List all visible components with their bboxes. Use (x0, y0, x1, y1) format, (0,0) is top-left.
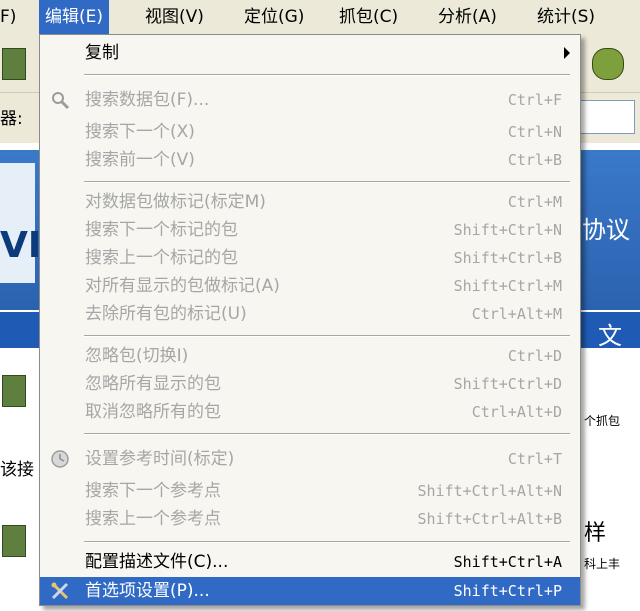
menu-item-label: 搜索前一个(V) (85, 150, 195, 170)
sample-subtext-fragment: 科上丰 (584, 557, 621, 571)
menu-item-copy[interactable]: 复制 (40, 39, 580, 67)
menu-analyze[interactable]: 分析(A) (438, 0, 497, 34)
options-icon[interactable] (2, 525, 26, 557)
menu-capture[interactable]: 抓包(C) (339, 0, 398, 34)
menu-item-ignore-packet[interactable]: 忽略包(切换I) Ctrl+D (40, 342, 580, 370)
toolbar-interface-icon[interactable] (2, 48, 26, 80)
menu-item-shortcut: Shift+Ctrl+P (453, 582, 562, 600)
magnifier-icon (52, 92, 70, 110)
banner-logo-text: VI (0, 225, 42, 266)
filter-label: 器: (0, 109, 23, 129)
menu-view[interactable]: 视图(V) (145, 0, 204, 34)
menu-item-label: 复制 (85, 43, 119, 63)
menu-item-find-next[interactable]: 搜索下一个(X) Ctrl+N (40, 118, 580, 146)
menu-item-label: 配置描述文件(C)... (85, 552, 229, 572)
menu-separator (84, 433, 570, 435)
menu-item-preferences[interactable]: 首选项设置(P)... Shift+Ctrl+P (40, 577, 580, 605)
menu-item-label: 搜索上一个标记的包 (85, 248, 238, 268)
menu-item-shortcut: Shift+Ctrl+Alt+B (417, 510, 563, 528)
menu-item-find-previous-mark[interactable]: 搜索上一个标记的包 Shift+Ctrl+B (40, 244, 580, 272)
menu-item-shortcut: Ctrl+F (507, 91, 562, 109)
menu-item-shortcut: Shift+Ctrl+D (453, 375, 562, 393)
preferences-icon (51, 582, 69, 600)
menu-edit[interactable]: 编辑(E) (39, 0, 110, 34)
menu-item-shortcut: Ctrl+D (507, 347, 562, 365)
menu-bar: F) 编辑(E) 视图(V) 定位(G) 抓包(C) 分析(A) 统计(S) (0, 0, 640, 35)
sample-text-fragment: 样 (584, 521, 607, 546)
menu-item-find-previous-reference[interactable]: 搜索上一个参考点 Shift+Ctrl+Alt+B (40, 505, 580, 533)
menu-item-mark-packet[interactable]: 对数据包做标记(标定M) Ctrl+M (40, 188, 580, 216)
menu-item-find-next-reference[interactable]: 搜索下一个参考点 Shift+Ctrl+Alt+N (40, 477, 580, 505)
menu-item-shortcut: Shift+Ctrl+M (453, 277, 562, 295)
menu-item-label: 忽略包(切换I) (85, 346, 189, 366)
menu-item-label: 搜索下一个(X) (85, 122, 195, 142)
menu-item-shortcut: Ctrl+Alt+M (471, 305, 562, 323)
menu-separator (84, 181, 570, 183)
menu-item-unmark-all[interactable]: 去除所有包的标记(U) Ctrl+Alt+M (40, 300, 580, 328)
menu-item-find-previous[interactable]: 搜索前一个(V) Ctrl+B (40, 146, 580, 174)
menu-item-label: 搜索下一个标记的包 (85, 220, 238, 240)
menu-item-label: 去除所有包的标记(U) (85, 304, 247, 324)
menu-item-label: 对数据包做标记(标定M) (85, 192, 266, 212)
submenu-arrow-icon (564, 47, 570, 59)
menu-item-shortcut: Shift+Ctrl+Alt+N (417, 482, 563, 500)
menu-item-label: 首选项设置(P)... (85, 581, 210, 601)
menu-statistics[interactable]: 统计(S) (537, 0, 595, 34)
capture-text-fragment: 个抓包 (584, 414, 621, 428)
menu-item-unignore-all[interactable]: 取消忽略所有的包 Ctrl+Alt+D (40, 398, 580, 426)
menu-item-set-time-reference[interactable]: 设置参考时间(标定) Ctrl+T (40, 445, 580, 473)
menu-go[interactable]: 定位(G) (244, 0, 304, 34)
menu-item-shortcut: Shift+Ctrl+A (453, 553, 562, 571)
menu-separator (84, 74, 570, 76)
menu-separator (84, 541, 570, 543)
menu-item-ignore-all-displayed[interactable]: 忽略所有显示的包 Shift+Ctrl+D (40, 370, 580, 398)
interface-text-fragment: 该接 (0, 460, 34, 480)
menu-item-label: 搜索数据包(F)... (85, 90, 210, 110)
interface-list-icon[interactable] (2, 375, 26, 407)
menu-item-shortcut: Ctrl+B (507, 151, 562, 169)
menu-item-label: 忽略所有显示的包 (85, 374, 221, 394)
section-header-text: 文 (598, 322, 622, 350)
menu-item-label: 搜索下一个参考点 (85, 481, 221, 501)
menu-item-shortcut: Ctrl+M (507, 193, 562, 211)
menu-item-label: 取消忽略所有的包 (85, 402, 221, 422)
menu-item-find-next-mark[interactable]: 搜索下一个标记的包 Shift+Ctrl+N (40, 216, 580, 244)
clock-icon (51, 450, 69, 468)
menu-item-mark-all-displayed[interactable]: 对所有显示的包做标记(A) Shift+Ctrl+M (40, 272, 580, 300)
edit-menu: 复制 搜索数据包(F)... Ctrl+F 搜索下一个(X) Ctrl+N 搜索… (39, 34, 581, 606)
menu-item-configuration-profiles[interactable]: 配置描述文件(C)... Shift+Ctrl+A (40, 548, 580, 576)
menu-item-label: 对所有显示的包做标记(A) (85, 276, 280, 296)
menu-item-shortcut: Shift+Ctrl+N (453, 221, 562, 239)
menu-item-find-packet[interactable]: 搜索数据包(F)... Ctrl+F (40, 86, 580, 114)
menu-item-label: 搜索上一个参考点 (85, 509, 221, 529)
menu-file-fragment[interactable]: F) (0, 0, 16, 34)
banner-text-fragment: 协议 (582, 216, 630, 244)
menu-item-shortcut: Ctrl+N (507, 123, 562, 141)
toolbar-go-icon[interactable] (592, 48, 624, 80)
menu-item-shortcut: Ctrl+T (507, 450, 562, 468)
menu-separator (84, 335, 570, 337)
menu-item-label: 设置参考时间(标定) (85, 449, 235, 469)
menu-item-shortcut: Ctrl+Alt+D (471, 403, 562, 421)
menu-item-shortcut: Shift+Ctrl+B (453, 249, 562, 267)
